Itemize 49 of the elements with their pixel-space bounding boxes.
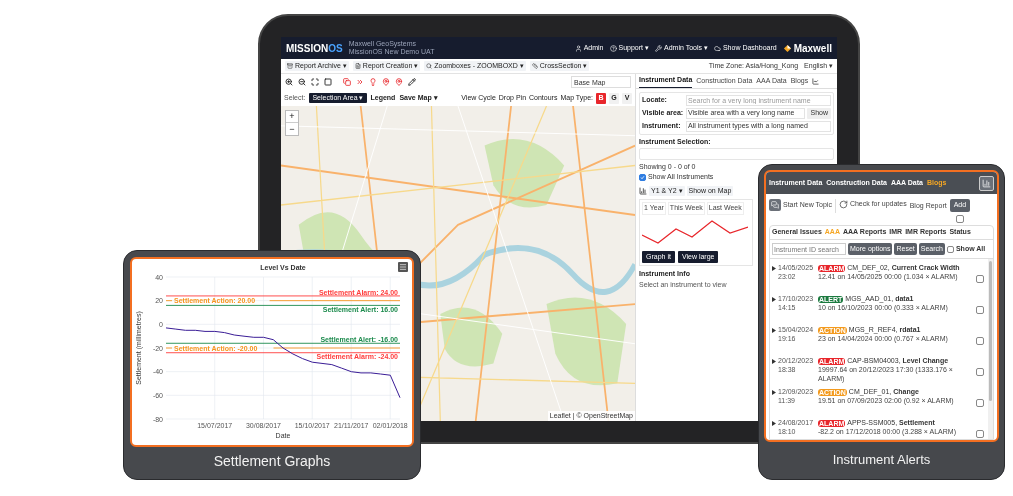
expand-triangle-icon[interactable]	[772, 390, 776, 396]
lightbulb-icon	[369, 78, 377, 86]
zoom-out-icon	[298, 78, 306, 86]
expand-triangle-icon[interactable]	[772, 359, 776, 364]
map-tool-button[interactable]	[298, 78, 306, 86]
brand-name: Maxwell	[793, 41, 832, 56]
checkbox[interactable]	[976, 337, 984, 345]
menu-icon[interactable]	[398, 262, 408, 272]
bar-chart-icon	[982, 178, 991, 188]
help-icon	[609, 44, 617, 52]
checkbox[interactable]	[946, 245, 954, 253]
expand-triangle-icon[interactable]	[772, 328, 776, 333]
cloud-icon	[713, 44, 721, 52]
checkbox[interactable]	[976, 275, 984, 283]
map-pin-icon	[382, 78, 390, 86]
checkbox[interactable]	[976, 368, 984, 376]
user-icon	[574, 44, 582, 52]
chart-icon	[812, 78, 820, 85]
zoom-out-button[interactable]: −	[286, 123, 298, 135]
checkbox[interactable]	[639, 173, 646, 181]
document-icon	[354, 63, 361, 69]
checkbox[interactable]	[976, 399, 984, 408]
expand-triangle-icon[interactable]	[772, 266, 776, 271]
card-caption: Instrument Alerts	[832, 451, 931, 469]
copy-icon	[343, 78, 351, 86]
brand-logo-icon	[782, 43, 792, 53]
expand-triangle-icon[interactable]	[772, 297, 776, 302]
checkbox[interactable]	[976, 430, 984, 439]
chart-button[interactable]	[979, 175, 994, 191]
refresh-icon	[838, 199, 848, 209]
expand-triangle-icon[interactable]	[772, 421, 776, 427]
pencil-icon	[408, 78, 416, 86]
checkbox[interactable]	[976, 306, 984, 314]
map-pin-icon	[395, 78, 403, 86]
archive-icon	[287, 63, 293, 69]
fullscreen-icon	[311, 78, 319, 86]
bar-chart-icon	[639, 186, 647, 195]
square-icon	[324, 78, 332, 86]
map-tool-button[interactable]	[285, 78, 293, 86]
search-icon	[426, 63, 433, 69]
zoom-in-icon	[285, 78, 293, 86]
app-logo: MISSIONOS	[286, 41, 343, 56]
tools-icon	[655, 44, 662, 52]
zoom-in-button[interactable]: +	[286, 111, 298, 123]
chat-icon	[769, 199, 781, 211]
fast-forward-icon	[356, 78, 364, 86]
ruler-icon	[531, 63, 538, 69]
checkbox[interactable]	[955, 215, 964, 223]
card-caption: Settlement Graphs	[213, 452, 331, 471]
